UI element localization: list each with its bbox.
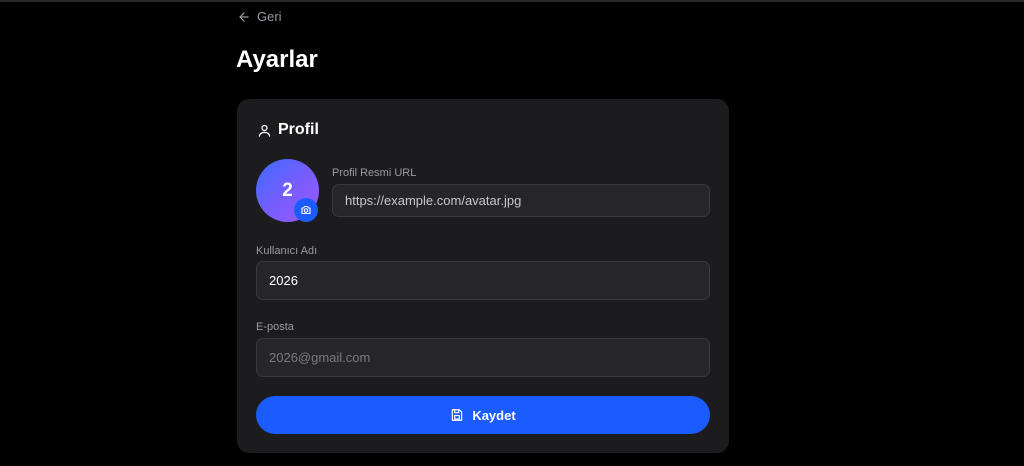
avatar-initial: 2 <box>282 179 293 201</box>
page-title: Ayarlar <box>236 46 318 73</box>
arrow-left-icon <box>239 11 249 22</box>
back-link[interactable]: Geri <box>237 9 282 24</box>
username-value: 2026 <box>269 273 298 288</box>
avatar-url-input[interactable]: https://example.com/avatar.jpg <box>332 184 710 217</box>
avatar-url-value: https://example.com/avatar.jpg <box>345 193 522 208</box>
profile-section-title: Profil <box>278 121 319 138</box>
avatar-url-label: Profil Resmi URL <box>332 167 417 179</box>
profile-card: Profil 2 Profil Resmi URL https://exampl… <box>237 99 729 453</box>
username-input[interactable]: 2026 <box>256 261 710 300</box>
save-button-label: Kaydet <box>472 407 516 423</box>
email-label: E-posta <box>256 321 294 333</box>
profile-section-header: Profil <box>257 121 319 139</box>
username-label: Kullanıcı Adı <box>256 245 318 257</box>
save-button[interactable]: Kaydet <box>256 396 710 434</box>
user-icon <box>258 124 271 137</box>
save-icon <box>452 409 463 421</box>
email-value: 2026@gmail.com <box>269 350 371 365</box>
back-label: Geri <box>257 9 282 24</box>
change-avatar-button[interactable] <box>294 198 318 222</box>
email-input[interactable]: 2026@gmail.com <box>256 338 710 377</box>
top-divider <box>0 0 1024 2</box>
camera-icon <box>301 205 311 215</box>
